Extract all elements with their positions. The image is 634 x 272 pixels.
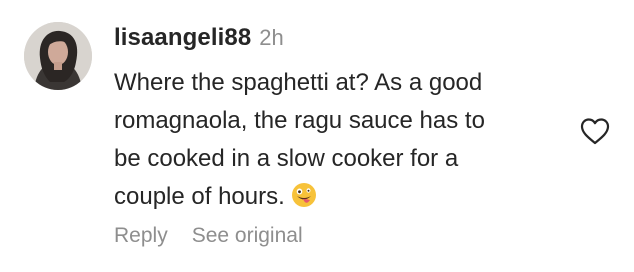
see-original-button[interactable]: See original [192, 224, 303, 248]
comment-header: lisaangeli88 2h [114, 24, 554, 58]
comment-text-line: Where the spaghetti at? As a good [114, 69, 483, 96]
comment-text: Where the spaghetti at? As a good romagn… [114, 64, 554, 216]
timestamp: 2h [259, 25, 284, 50]
username[interactable]: lisaangeli88 [114, 24, 251, 52]
like-button[interactable] [579, 116, 611, 146]
comment-text-line: romagnaola, the ragu sauce has to [114, 107, 485, 134]
zany-face-emoji-icon [291, 182, 317, 208]
comment-body: lisaangeli88 2h Where the spaghetti at? … [114, 24, 554, 216]
comment-text-last-line: couple of hours. [114, 178, 554, 216]
avatar[interactable] [24, 22, 92, 90]
comment-text-line: couple of hours. [114, 183, 285, 210]
reply-button[interactable]: Reply [114, 224, 168, 248]
heart-outline-icon [580, 118, 610, 145]
comment-actions: Reply See original [114, 224, 303, 248]
avatar-photo [24, 22, 92, 90]
comment-text-line: be cooked in a slow cooker for a [114, 145, 459, 172]
comment: lisaangeli88 2h Where the spaghetti at? … [0, 0, 634, 272]
